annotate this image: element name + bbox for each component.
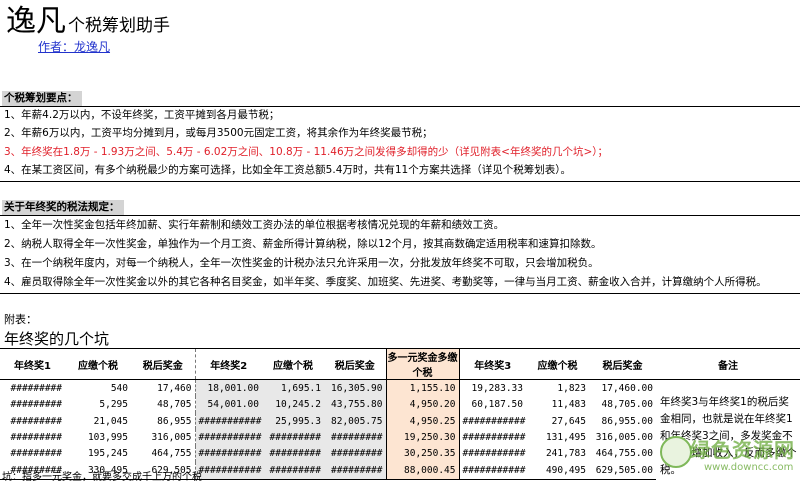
table-title: 年终奖的几个坑 bbox=[4, 330, 110, 348]
table-cell: 241,783 bbox=[545, 448, 586, 460]
table-cell: ########### bbox=[194, 462, 262, 480]
table-cell: 5,295 bbox=[99, 399, 128, 411]
table-cell: ######### bbox=[324, 429, 386, 446]
footnote: 坑：指多一元奖金，就要多交成千上万的个税 bbox=[2, 472, 202, 483]
table-cell: 54,001.00 bbox=[194, 396, 262, 413]
table-cell: 1,155.10 bbox=[385, 379, 460, 397]
table-cell: 25,995.3 bbox=[262, 412, 324, 430]
table-cell: ########### bbox=[462, 448, 526, 460]
table-cell: 1,823 bbox=[557, 382, 586, 394]
table-cell: 48,705 bbox=[157, 399, 192, 411]
table-cell: 21,045 bbox=[93, 415, 128, 427]
law-item: 2、纳税人取得全年一次性奖金，单独作为一个月工资、薪金所得计算纳税，除以12个月… bbox=[4, 238, 602, 250]
section-heading-tax-law: 关于年终奖的税法规定： bbox=[0, 200, 124, 215]
table-cell: 17,460 bbox=[157, 382, 192, 394]
table-cell: 88,000.45 bbox=[385, 462, 460, 480]
table-cell: 103,995 bbox=[87, 431, 128, 443]
table-header-row: 年终奖1 应缴个税 税后奖金 年终奖2 应缴个税 税后奖金 多一元奖金多缴个税 … bbox=[0, 348, 800, 380]
col-header: 应缴个税 bbox=[526, 348, 589, 380]
divider bbox=[0, 293, 800, 294]
law-item: 1、全年一次性奖金包括年终加薪、实行年薪制和绩效工资办法的单位根据考核情况兑现的… bbox=[4, 219, 505, 231]
table-cell: ######### bbox=[262, 445, 324, 462]
table-cell: 86,955.00 bbox=[601, 415, 653, 427]
table-cell: 43,755.80 bbox=[324, 396, 386, 413]
table-cell: 1,695.1 bbox=[262, 379, 324, 397]
col-header: 税后奖金 bbox=[589, 348, 656, 380]
divider bbox=[0, 181, 800, 182]
table-cell: ######### bbox=[10, 399, 62, 411]
table-cell: 27,645 bbox=[551, 415, 586, 427]
table-row: ######### 540 17,460 18,001.00 1,695.1 16,305… bbox=[0, 379, 800, 476]
table-cell: 30,250.35 bbox=[385, 445, 460, 462]
table-cell: 131,495 bbox=[545, 431, 586, 443]
app-title: 逸凡 bbox=[6, 4, 66, 39]
table-cell: ######### bbox=[10, 431, 62, 443]
table-cell: 195,245 bbox=[87, 448, 128, 460]
table-cell: 464,755 bbox=[151, 448, 192, 460]
leaf-logo-icon bbox=[660, 436, 692, 468]
app-subtitle: 个税筹划助手 bbox=[68, 16, 170, 36]
table-cell: ########### bbox=[194, 445, 262, 462]
col-header-extra-tax: 多一元奖金多缴个税 bbox=[385, 348, 460, 380]
table-cell: ########### bbox=[462, 415, 526, 427]
table-cell: 464,755.00 bbox=[595, 448, 653, 460]
table-cell: ######### bbox=[10, 448, 62, 460]
table-cell: 540 bbox=[110, 382, 128, 394]
law-item: 4、雇员取得除全年一次性奖金以外的其它各种名目奖金，如半年奖、季度奖、加班奖、先… bbox=[4, 276, 767, 288]
col-header: 年终奖3 bbox=[459, 348, 526, 380]
col-header: 应缴个税 bbox=[65, 348, 131, 380]
table-cell: 11,483 bbox=[551, 399, 586, 411]
table-cell: 82,005.75 bbox=[324, 412, 386, 430]
divider bbox=[0, 215, 800, 216]
planning-item: 1、年薪4.2万以内，不设年终奖，工资平摊到各月最节税； bbox=[4, 109, 280, 121]
table-cell: ########### bbox=[194, 412, 262, 430]
table-cell: ######### bbox=[262, 462, 324, 480]
table-cell: ########### bbox=[459, 462, 526, 480]
table-cell: ######### bbox=[324, 462, 386, 480]
table-cell: 316,005 bbox=[151, 431, 192, 443]
table-cell: ######### bbox=[324, 445, 386, 462]
col-header: 应缴个税 bbox=[262, 348, 324, 380]
planning-item: 4、在某工资区间，有多个纳税最少的方案可选择，比如全年工资总额5.4万时，共有1… bbox=[4, 164, 571, 176]
law-item: 3、在一个纳税年度内，对每一个纳税人，全年一次性奖金的计税办法只允许采用一次，分… bbox=[4, 257, 599, 269]
table-cell: ########### bbox=[462, 431, 526, 443]
planning-item-highlight: 3、年终奖在1.8万 - 1.93万之间、5.4万 - 6.02万之间、10.8… bbox=[4, 146, 609, 158]
table-cell: ######### bbox=[10, 382, 62, 394]
col-header: 年终奖2 bbox=[194, 348, 262, 380]
table-cell: 4,950.25 bbox=[385, 412, 460, 430]
col-header: 税后奖金 bbox=[324, 348, 386, 380]
col-header-note: 备注 bbox=[656, 348, 800, 380]
table-cell: 86,955 bbox=[157, 415, 192, 427]
watermark-url: www.downcc.com bbox=[704, 462, 794, 473]
table-cell: 19,250.30 bbox=[385, 429, 460, 446]
planning-item: 2、年薪6万以内，工资平均分摊到月，或每月3500元固定工资，将其余作为年终奖最… bbox=[4, 127, 433, 139]
col-header: 税后奖金 bbox=[131, 348, 195, 380]
table-cell: 490,495 bbox=[526, 462, 589, 480]
table-cell: ########### bbox=[194, 429, 262, 446]
table-cell: ######### bbox=[262, 429, 324, 446]
watermark-text: 绿色资源网 bbox=[690, 438, 795, 462]
table-cell: 16,305.90 bbox=[324, 379, 386, 397]
author-link[interactable]: 作者：龙逸凡 bbox=[38, 38, 110, 55]
table-cell: 19,283.33 bbox=[471, 382, 523, 394]
table-cell: 316,005.00 bbox=[595, 431, 653, 443]
appendix-label: 附表： bbox=[4, 313, 37, 326]
table-cell: 17,460.00 bbox=[601, 382, 653, 394]
table-cell: 4,950.20 bbox=[385, 396, 460, 413]
table-cell: 60,187.50 bbox=[471, 399, 523, 411]
table-cell: 18,001.00 bbox=[194, 379, 262, 397]
watermark: 绿色资源网 www.downcc.com bbox=[660, 434, 798, 480]
table-cell: 629,505.00 bbox=[589, 462, 656, 480]
table-cell: ######### bbox=[10, 415, 62, 427]
section-heading-tax-planning: 个税筹划要点： bbox=[0, 91, 82, 106]
table-cell: 48,705.00 bbox=[601, 399, 653, 411]
table-cell: 10,245.2 bbox=[262, 396, 324, 413]
col-header: 年终奖1 bbox=[0, 348, 65, 380]
